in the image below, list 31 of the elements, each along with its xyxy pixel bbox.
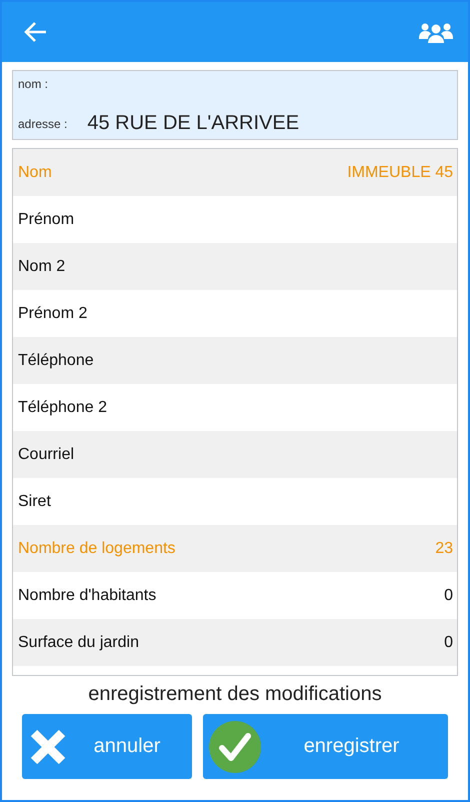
field-row[interactable]: Nom 2 xyxy=(13,243,457,290)
field-row[interactable]: Surface du jardin 0 xyxy=(13,619,457,666)
field-row[interactable]: Courriel xyxy=(13,431,457,478)
field-label: Nom 2 xyxy=(18,258,66,276)
address-label: adresse : xyxy=(18,116,68,130)
field-label: Nom xyxy=(18,164,52,182)
footer-title: enregistrement des modifications xyxy=(88,683,382,706)
field-label: Nombre de logements xyxy=(18,540,176,558)
field-row[interactable]: Prénom 2 xyxy=(13,290,457,337)
field-row[interactable]: Téléphone 2 xyxy=(13,384,457,431)
back-icon[interactable] xyxy=(24,21,48,43)
field-label: Surface du jardin xyxy=(18,634,139,652)
field-label: Prénom 2 xyxy=(18,304,88,322)
field-label: Siret xyxy=(18,492,51,510)
field-row[interactable]: Siret xyxy=(13,478,457,525)
field-row[interactable]: Nombre d'habitants 0 xyxy=(13,572,457,619)
field-row[interactable]: Téléphone xyxy=(13,337,457,384)
check-circle-icon xyxy=(209,720,261,772)
field-row[interactable]: Prénom xyxy=(13,196,457,243)
field-label: Nombre d'habitants xyxy=(18,586,156,604)
people-icon[interactable] xyxy=(418,21,454,43)
field-label: Téléphone xyxy=(18,352,94,370)
field-value: 0 xyxy=(444,586,453,604)
field-label: Prénom xyxy=(18,210,74,228)
field-label: Téléphone 2 xyxy=(18,398,107,416)
field-value: IMMEUBLE 45 xyxy=(347,164,453,182)
field-value: 0 xyxy=(444,634,453,652)
address-text: 45 RUE DE L'ARRIVEE xyxy=(87,112,300,135)
field-value: 23 xyxy=(435,540,453,558)
name-label: nom : xyxy=(18,77,50,91)
field-label: Courriel xyxy=(18,446,74,464)
